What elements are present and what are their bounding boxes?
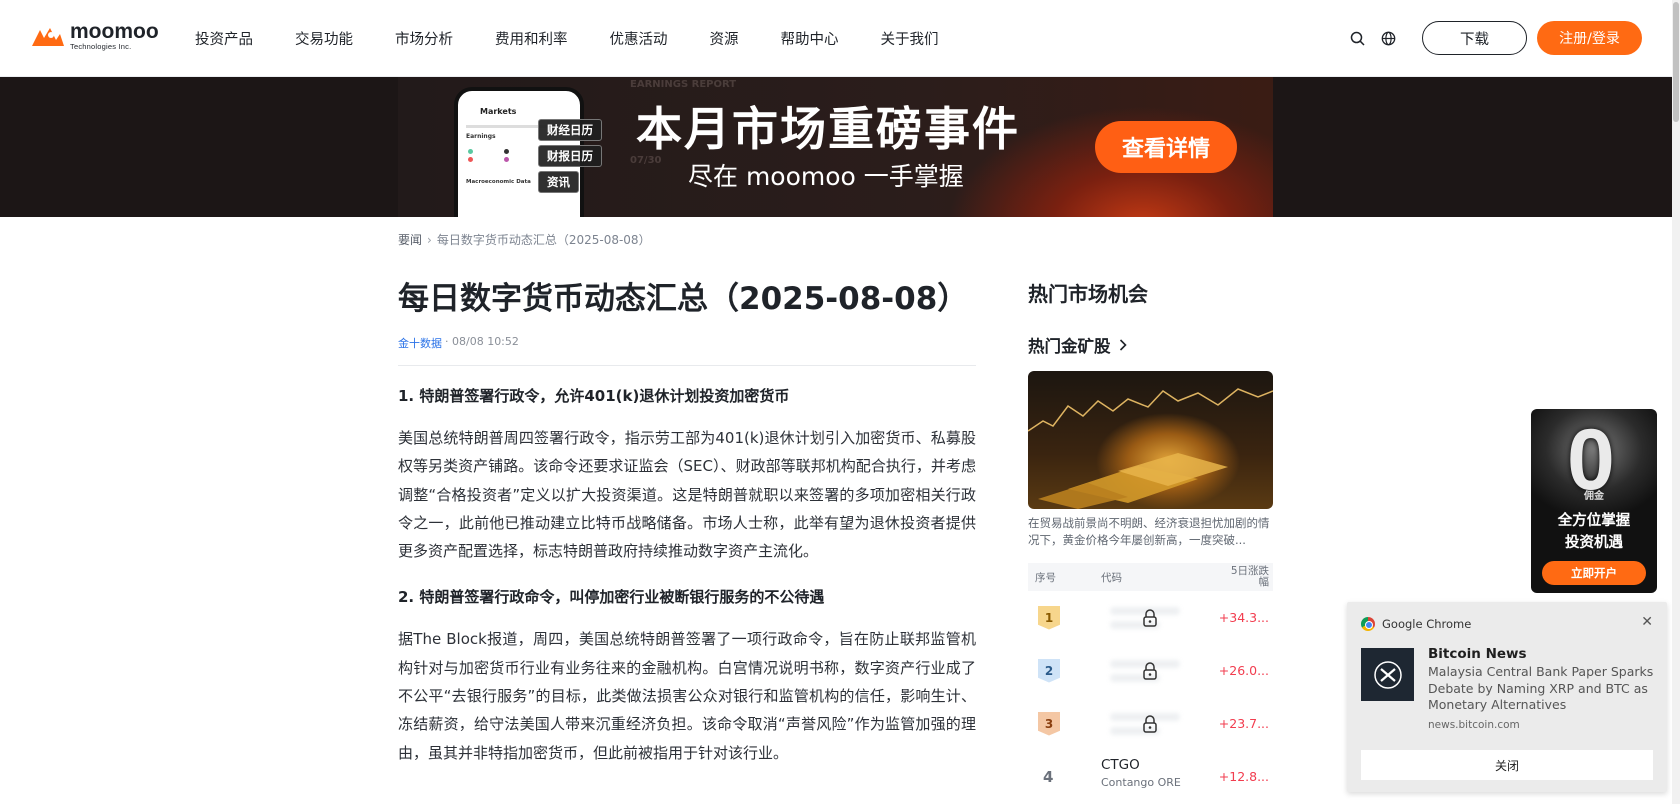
- globe-icon[interactable]: [1379, 29, 1397, 47]
- table-row[interactable]: 4 CTGO Contango ORE +12.8...: [1028, 750, 1273, 803]
- article-meta: 金十数据 · 08/08 10:52: [398, 335, 976, 351]
- article: 每日数字货币动态汇总（2025-08-08） 金十数据 · 08/08 10:5…: [398, 275, 976, 767]
- moomoo-logo-icon: [30, 24, 66, 50]
- banner-subline: 尽在 moomoo 一手掌握: [688, 162, 964, 191]
- logo-name: moomoo: [70, 20, 159, 43]
- phone-section-label: Earnings: [466, 133, 496, 140]
- header-change: 5日涨跌幅: [1230, 565, 1269, 588]
- chevron-right-icon: ›: [427, 232, 432, 247]
- logo-subtitle: Technologies Inc.: [70, 42, 132, 51]
- promo-commission-label: 佣金: [1584, 491, 1604, 502]
- lock-icon: [1143, 608, 1157, 627]
- zero-commission-promo[interactable]: 0 佣金 全方位掌握 投资机遇 立即开户: [1531, 409, 1657, 593]
- register-login-button[interactable]: 注册/登录: [1537, 21, 1642, 55]
- article-title: 每日数字货币动态汇总（2025-08-08）: [398, 281, 969, 317]
- header-code: 代码: [1101, 571, 1122, 584]
- table-row[interactable]: 2 +26.0...: [1028, 644, 1273, 697]
- main-nav: 投资产品 交易功能 市场分析 费用和利率 优惠活动 资源 帮助中心 关于我们: [195, 0, 981, 77]
- nav-item-promotions[interactable]: 优惠活动: [610, 28, 668, 49]
- sidebar-title: 热门市场机会: [1028, 282, 1148, 306]
- change-value: +26.0...: [1218, 663, 1269, 678]
- rank-number: 4: [1043, 767, 1054, 786]
- notification-close-button[interactable]: 关闭: [1361, 750, 1653, 780]
- nav-item-products[interactable]: 投资产品: [195, 28, 253, 49]
- lock-icon: [1143, 714, 1157, 733]
- xrp-logo-icon: [1361, 648, 1414, 701]
- section-paragraph: 美国总统特朗普周四签署行政令，指示劳工部为401(k)退休计划引入加密货币、私募…: [398, 429, 976, 561]
- tag-earnings-calendar: 财报日历: [538, 145, 602, 167]
- nav-item-market-analysis[interactable]: 市场分析: [395, 28, 453, 49]
- phone-section-label-2: Macroeconomic Data: [466, 179, 531, 185]
- open-account-button[interactable]: 立即开户: [1542, 561, 1646, 585]
- gold-bars-image[interactable]: [1028, 371, 1273, 509]
- rank-badge: 3: [1038, 711, 1060, 736]
- chrome-icon: [1361, 617, 1375, 631]
- change-value: +23.7...: [1218, 716, 1269, 731]
- banner-cta-button[interactable]: 查看详情: [1095, 121, 1237, 173]
- sidebar-subtitle-link[interactable]: 热门金矿股: [1028, 333, 1273, 357]
- chrome-notification[interactable]: Google Chrome ✕ Bitcoin News Malaysia Ce…: [1347, 602, 1667, 792]
- close-icon[interactable]: ✕: [1641, 614, 1653, 630]
- stock-code: CTGO: [1101, 757, 1140, 773]
- moomoo-logo[interactable]: moomoo Technologies Inc.: [30, 20, 159, 51]
- page-scrollbar[interactable]: [1672, 0, 1680, 804]
- promo-line-1: 全方位掌握: [1557, 513, 1631, 529]
- search-icon[interactable]: [1348, 29, 1366, 47]
- change-value: +12.8...: [1218, 769, 1269, 784]
- chevron-right-icon: [1119, 339, 1127, 351]
- section-paragraph: 据The Block报道，周四，美国总统特朗普签署了一项行政命令，旨在防止联邦监…: [398, 630, 976, 762]
- promo-line-2: 投资机遇: [1565, 535, 1623, 551]
- nav-item-trading[interactable]: 交易功能: [295, 28, 353, 49]
- banner-headline: 本月市场重磅事件: [636, 102, 1020, 156]
- promo-banner[interactable]: EARNINGS REPORT 07/30 Markets Earnings M…: [398, 77, 1273, 217]
- sidebar: 热门市场机会 热门金矿股 在贸易战前景尚不明朗、经济衰退担忧加剧的情况下，黄金价…: [1028, 275, 1273, 803]
- notification-site: news.bitcoin.com: [1428, 719, 1520, 731]
- nav-item-resources[interactable]: 资源: [710, 28, 739, 49]
- section-heading: 1. 特朗普签署行政令，允许401(k)退休计划投资加密货币: [398, 387, 790, 405]
- rank-badge: 1: [1038, 605, 1060, 630]
- notification-title: Bitcoin News: [1428, 646, 1527, 662]
- sidebar-subtitle: 热门金矿股: [1028, 337, 1111, 356]
- nav-item-fees[interactable]: 费用和利率: [495, 28, 568, 49]
- table-header: 序号 代码 5日涨跌幅: [1028, 563, 1273, 591]
- notification-body: Malaysia Central Bank Paper Sparks Debat…: [1428, 664, 1654, 712]
- nav-item-about[interactable]: 关于我们: [881, 28, 939, 49]
- breadcrumb: 要闻 › 每日数字货币动态汇总（2025-08-08）: [398, 231, 651, 248]
- lock-icon: [1143, 661, 1157, 680]
- scrollbar-thumb[interactable]: [1673, 2, 1679, 122]
- sidebar-description: 在贸易战前景尚不明朗、经济衰退担忧加剧的情况下，黄金价格今年屡创新高，一度突破.…: [1028, 516, 1270, 547]
- tag-econ-calendar: 财经日历: [538, 119, 602, 141]
- article-source[interactable]: 金十数据: [398, 335, 442, 351]
- change-value: +34.3...: [1218, 610, 1269, 625]
- phone-title: Markets: [480, 107, 517, 116]
- gold-stocks-table: 序号 代码 5日涨跌幅 1 +34.3... 2 +26.0... 3 +23.…: [1028, 563, 1273, 803]
- download-button[interactable]: 下载: [1422, 21, 1527, 55]
- rank-badge: 2: [1038, 658, 1060, 683]
- site-header: moomoo Technologies Inc. 投资产品 交易功能 市场分析 …: [0, 0, 1672, 77]
- tag-news: 资讯: [538, 171, 579, 193]
- article-time: · 08/08 10:52: [445, 335, 519, 348]
- divider: [398, 365, 976, 366]
- banner-bg-text: EARNINGS REPORT: [630, 79, 737, 90]
- breadcrumb-current: 每日数字货币动态汇总（2025-08-08）: [436, 233, 651, 247]
- notification-app-name: Google Chrome: [1382, 617, 1472, 631]
- section-heading: 2. 特朗普签署行政命令，叫停加密行业被断银行服务的不公待遇: [398, 588, 825, 607]
- header-rank: 序号: [1035, 571, 1056, 584]
- nav-item-help[interactable]: 帮助中心: [781, 28, 839, 49]
- table-row[interactable]: 3 +23.7...: [1028, 697, 1273, 750]
- table-row[interactable]: 1 +34.3...: [1028, 591, 1273, 644]
- breadcrumb-root[interactable]: 要闻: [398, 231, 422, 248]
- stock-name: Contango ORE: [1101, 776, 1181, 789]
